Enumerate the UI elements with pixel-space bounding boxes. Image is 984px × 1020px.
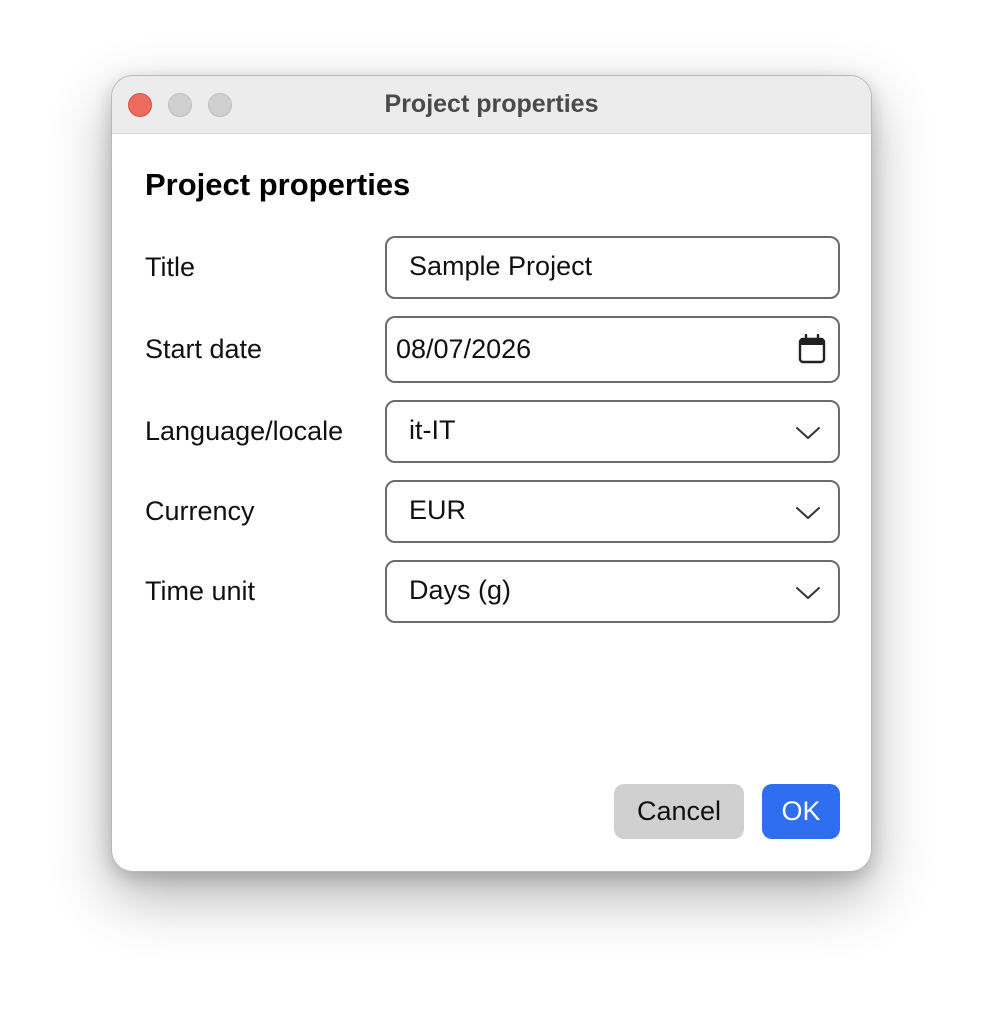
time-unit-select[interactable]: Days (g) — [385, 560, 840, 623]
start-date-input[interactable]: 08/07/2026 — [385, 316, 840, 383]
dialog-heading: Project properties — [145, 167, 411, 202]
title-bar: Project properties — [112, 76, 871, 134]
time-unit-value: Days (g) — [409, 575, 512, 605]
currency-select[interactable]: EUR — [385, 480, 840, 543]
language-locale-select[interactable]: it-IT — [385, 400, 840, 463]
time-unit-label: Time unit — [145, 576, 256, 606]
chevron-down-icon — [796, 507, 820, 519]
chevron-down-icon — [796, 427, 820, 439]
language-locale-label: Language/locale — [145, 416, 344, 446]
title-input-value: Sample Project — [409, 251, 593, 281]
calendar-icon[interactable] — [798, 334, 826, 364]
title-input[interactable]: Sample Project — [385, 236, 840, 299]
chevron-down-icon — [796, 587, 820, 599]
ok-button[interactable]: OK — [762, 784, 840, 839]
title-label: Title — [145, 252, 196, 282]
start-date-value: 08/07/2026 — [396, 334, 532, 364]
cancel-button[interactable]: Cancel — [614, 784, 744, 839]
start-date-label: Start date — [145, 334, 263, 364]
currency-label: Currency — [145, 496, 255, 526]
window-title: Project properties — [384, 90, 599, 118]
project-properties-window: Project properties Project properties Ti… — [111, 75, 872, 872]
currency-value: EUR — [409, 495, 467, 525]
language-locale-value: it-IT — [409, 415, 456, 445]
